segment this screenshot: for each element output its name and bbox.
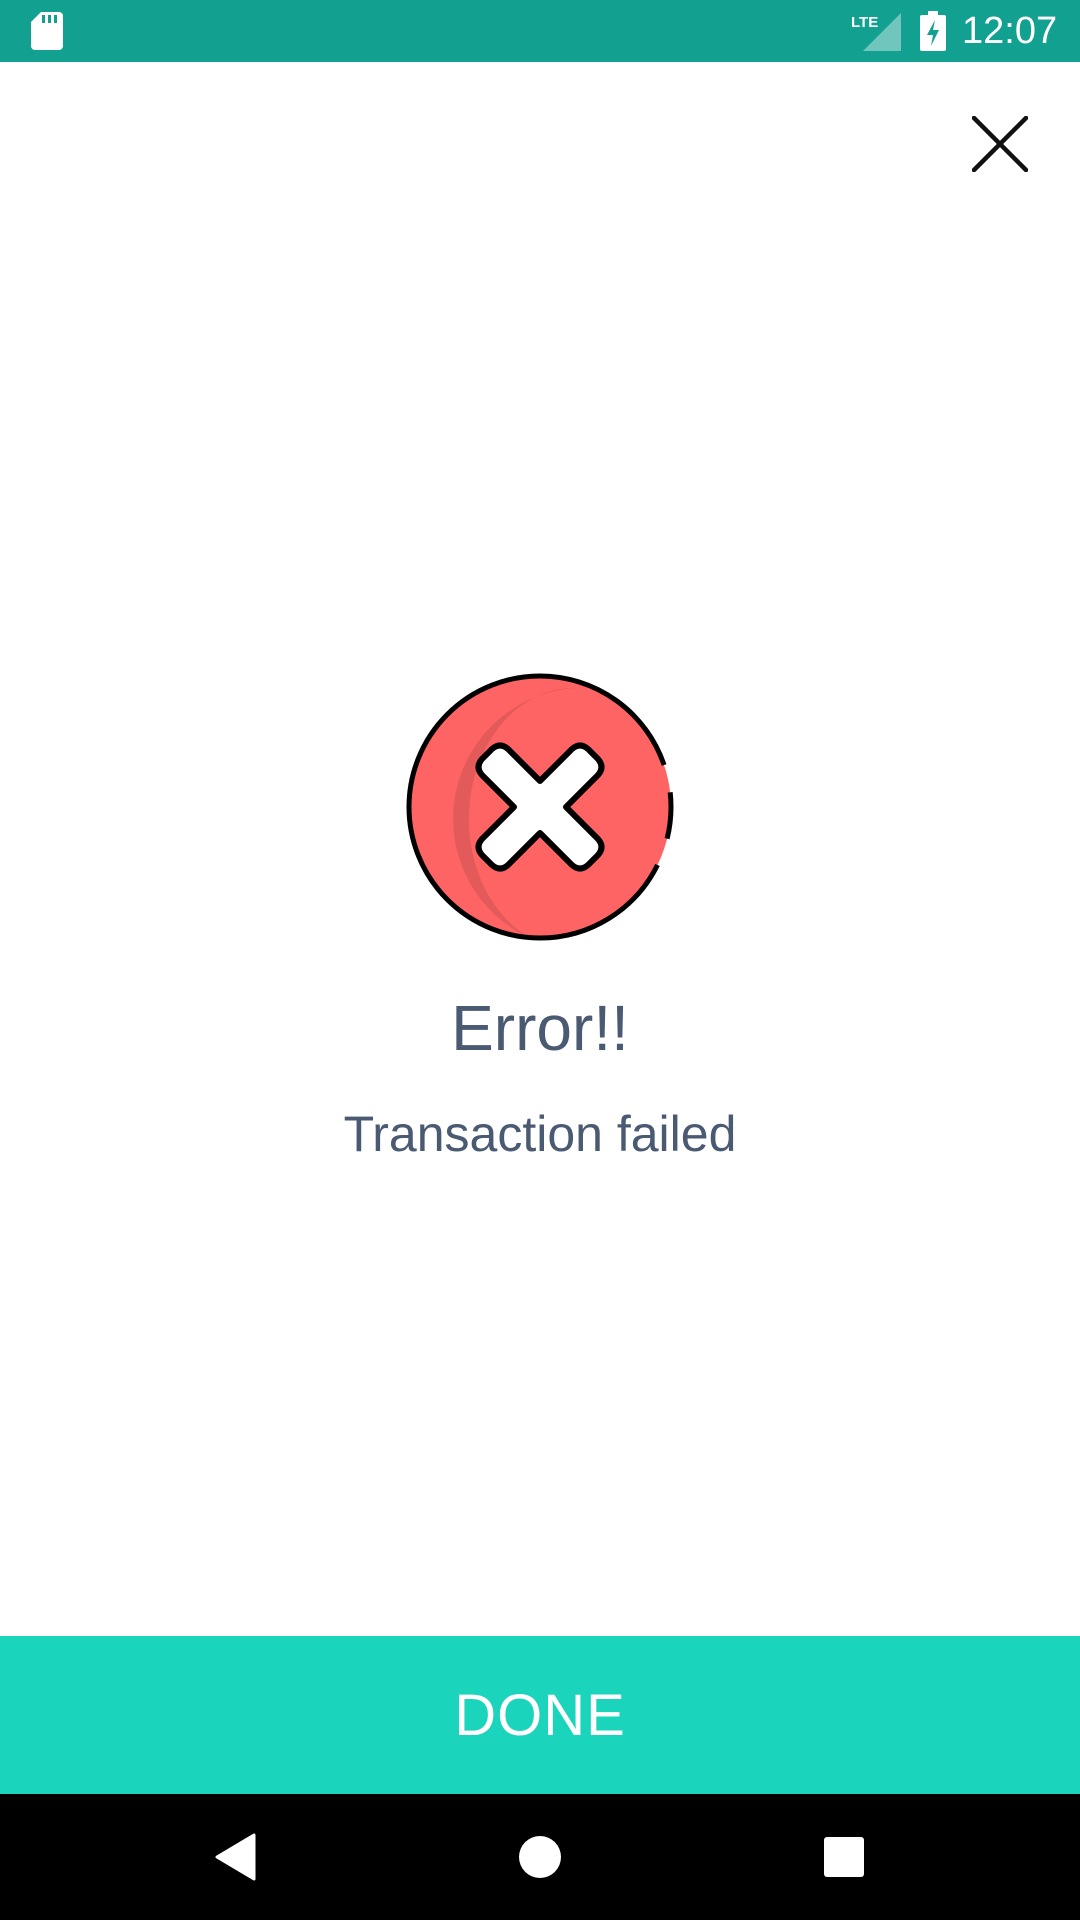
error-title: Error!! (451, 992, 629, 1064)
status-bar: LTE 12:07 (0, 0, 1080, 62)
nav-home-button[interactable] (505, 1822, 575, 1892)
sd-card-icon (31, 12, 63, 50)
status-clock: 12:07 (962, 10, 1058, 52)
error-message: Transaction failed (343, 1106, 737, 1162)
close-icon (972, 116, 1028, 172)
battery-charging-icon (920, 11, 946, 51)
home-icon (519, 1836, 561, 1878)
lte-signal-icon: LTE (851, 13, 901, 51)
done-button[interactable]: DONE (0, 1636, 1080, 1794)
error-x-circle-icon (406, 673, 674, 941)
close-button[interactable] (966, 110, 1034, 178)
transaction-error-screen: LTE 12:07 Error!! Transaction failed DON… (0, 0, 1080, 1920)
nav-recents-button[interactable] (809, 1822, 879, 1892)
recents-icon (824, 1837, 864, 1877)
svg-text:LTE: LTE (851, 14, 878, 31)
nav-back-button[interactable] (200, 1822, 270, 1892)
navigation-bar (0, 1794, 1080, 1920)
back-icon (215, 1833, 256, 1881)
